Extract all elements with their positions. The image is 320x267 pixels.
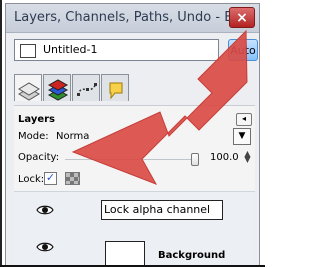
layers-dock-window: Layers, Channels, Paths, Undo - B × Unti… (5, 3, 260, 267)
panel-title: Layers (18, 114, 55, 125)
opacity-slider-track[interactable] (65, 159, 191, 160)
auto-button[interactable]: Auto (228, 39, 258, 61)
channels-icon (47, 79, 69, 101)
undo-icon (109, 82, 123, 100)
mode-dropdown-button[interactable]: ▼ (233, 128, 251, 145)
opacity-label: Opacity: (18, 152, 60, 163)
image-thumbnail (20, 44, 36, 58)
lock-alpha-tooltip: Lock alpha channel (101, 200, 223, 220)
close-icon: × (236, 9, 248, 26)
lock-label: Lock: (18, 174, 45, 185)
image-selector-row: Untitled-1 Auto (14, 39, 258, 61)
background-layer-thumbnail (105, 241, 145, 266)
close-button[interactable]: × (229, 7, 255, 28)
mode-value[interactable]: Norma (56, 131, 89, 142)
left-border-shadow (0, 0, 2, 267)
tab-layers[interactable] (14, 74, 42, 101)
layers-icon (18, 82, 40, 101)
mode-label: Mode: (18, 131, 49, 142)
lock-alpha-checkerboard-icon[interactable] (65, 172, 80, 185)
window-title: Layers, Channels, Paths, Undo - B (14, 10, 234, 25)
tab-paths[interactable] (72, 74, 100, 101)
dock-tabs (14, 74, 257, 105)
chevron-down-icon: ▼ (238, 131, 246, 141)
opacity-spin-buttons[interactable]: ▲ ▼ (244, 150, 251, 164)
background-layer-name: Background (158, 250, 226, 261)
image-name: Untitled-1 (43, 43, 98, 56)
layer-row-background[interactable]: Background (14, 235, 255, 266)
opacity-value[interactable]: 100.0 (210, 152, 239, 163)
eye-icon[interactable] (36, 240, 54, 254)
tab-undo[interactable] (101, 74, 129, 101)
panel-menu-button[interactable]: ◂ (236, 113, 252, 126)
screenshot-frame: Layers, Channels, Paths, Undo - B × Unti… (0, 0, 265, 267)
tab-channels[interactable] (43, 74, 71, 101)
paths-icon (77, 83, 97, 96)
image-selector[interactable]: Untitled-1 (14, 39, 219, 61)
window-titlebar: Layers, Channels, Paths, Undo - B × (6, 4, 259, 33)
lock-pixels-checkbox[interactable]: ✓ (44, 172, 57, 185)
eye-icon[interactable] (36, 203, 54, 217)
opacity-slider-thumb[interactable] (191, 153, 199, 166)
